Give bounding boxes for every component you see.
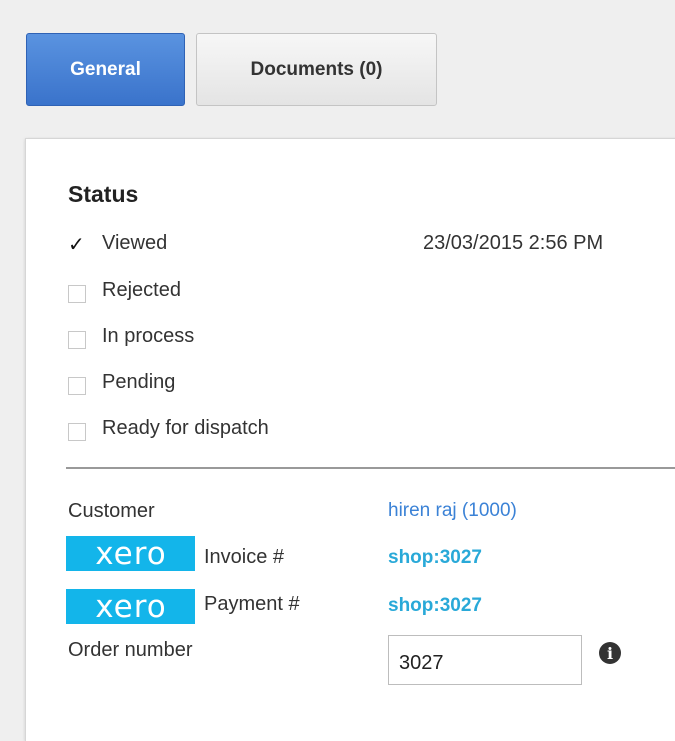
xero-logo: xero [66, 589, 195, 624]
status-label-ready-for-dispatch: Ready for dispatch [102, 417, 269, 439]
status-label-pending: Pending [102, 371, 176, 393]
divider [66, 467, 675, 469]
checkbox-pending[interactable] [68, 377, 86, 395]
customer-link[interactable]: hiren raj (1000) [388, 500, 517, 522]
status-label-rejected: Rejected [102, 279, 181, 301]
tab-documents[interactable]: Documents (0) [196, 33, 437, 106]
xero-logo-text: xero [95, 593, 167, 621]
status-label-in-process: In process [102, 325, 195, 347]
payment-link[interactable]: shop:3027 [388, 595, 482, 617]
xero-logo: xero [66, 536, 195, 571]
general-panel: Status ✓ Viewed 23/03/2015 2:56 PM Rejec… [25, 138, 675, 741]
status-label-viewed: Viewed [102, 232, 168, 254]
order-number-label: Order number [68, 639, 193, 661]
checkbox-in-process[interactable] [68, 331, 86, 349]
invoice-link[interactable]: shop:3027 [388, 547, 482, 569]
invoice-label: Invoice # [204, 546, 285, 568]
checkbox-viewed[interactable]: ✓ [68, 235, 86, 255]
payment-label: Payment # [204, 593, 300, 615]
order-number-input[interactable] [388, 635, 582, 685]
viewed-timestamp: 23/03/2015 2:56 PM [423, 232, 604, 254]
checkbox-rejected[interactable] [68, 285, 86, 303]
status-heading: Status [68, 181, 139, 207]
info-icon[interactable]: i [599, 642, 621, 664]
customer-label: Customer [68, 500, 155, 522]
tab-general[interactable]: General [26, 33, 185, 106]
xero-logo-text: xero [95, 540, 167, 568]
checkbox-ready-for-dispatch[interactable] [68, 423, 86, 441]
